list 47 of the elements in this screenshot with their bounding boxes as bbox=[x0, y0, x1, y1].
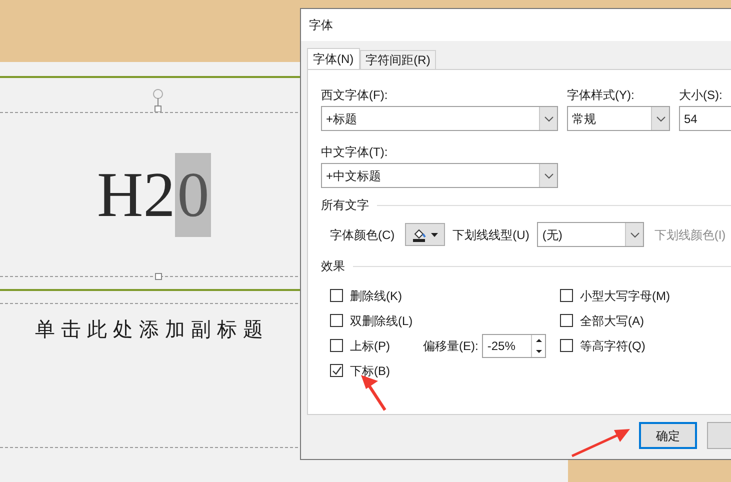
resize-handle[interactable] bbox=[155, 273, 162, 280]
checkbox-label: 下标(B) bbox=[350, 362, 390, 380]
checkbox-label: 删除线(K) bbox=[350, 288, 402, 304]
checkbox[interactable] bbox=[330, 364, 343, 377]
checkbox[interactable] bbox=[560, 289, 573, 302]
tab[interactable]: 字符间距(R) bbox=[360, 50, 436, 69]
field-label: 大小(S): bbox=[679, 87, 724, 104]
checkbox-label: 等高字符(Q) bbox=[580, 338, 646, 354]
field-label: 下划线线型(U) bbox=[452, 226, 530, 244]
latin-font-combo[interactable]: +标题 bbox=[321, 106, 558, 131]
dropdown-arrow-icon bbox=[430, 232, 438, 236]
field-label: 中文字体(T): bbox=[321, 144, 389, 161]
section-heading: 效果 bbox=[321, 258, 345, 275]
annotation-arrow bbox=[570, 426, 632, 458]
size-field[interactable]: 54 bbox=[679, 106, 731, 131]
chevron-down-icon bbox=[544, 116, 554, 122]
subtitle-text: 单击此处添加副标题 bbox=[35, 316, 269, 343]
offset-spinner[interactable]: -25% bbox=[482, 334, 546, 358]
field-label: 偏移量(E): bbox=[423, 338, 478, 354]
field-label: 下划线颜色(I) bbox=[654, 226, 726, 244]
title-text: H2 bbox=[97, 162, 176, 226]
checkbox-label: 双删除线(L) bbox=[350, 312, 413, 330]
field-label: 西文字体(F): bbox=[321, 87, 389, 104]
paint-bucket-icon bbox=[412, 228, 427, 242]
field-label: 字体样式(Y): bbox=[567, 87, 636, 104]
font-style-combo[interactable]: 常规 bbox=[567, 106, 670, 131]
checkbox-label: 全部大写(A) bbox=[580, 312, 644, 330]
chevron-down-icon bbox=[656, 116, 666, 122]
chevron-down-icon bbox=[544, 172, 554, 178]
rotate-handle-icon bbox=[152, 88, 164, 112]
checkbox-label: 小型大写字母(M) bbox=[580, 288, 670, 304]
field-label: 字体颜色(C) bbox=[330, 226, 395, 244]
font-color-button[interactable] bbox=[404, 223, 445, 246]
checkbox[interactable] bbox=[330, 289, 343, 302]
tab[interactable]: 字体(N) bbox=[307, 48, 360, 69]
underline-style-combo[interactable]: (无) bbox=[537, 222, 644, 247]
checkbox-label: 上标(P) bbox=[350, 338, 390, 354]
checkbox[interactable] bbox=[330, 314, 343, 327]
asian-font-combo[interactable]: +中文标题 bbox=[321, 163, 558, 188]
checkbox[interactable] bbox=[330, 339, 343, 352]
checkbox[interactable] bbox=[560, 314, 573, 327]
window-title: 字体 bbox=[309, 17, 333, 34]
title-text: 0 bbox=[175, 152, 212, 236]
chevron-down-icon bbox=[630, 232, 640, 238]
checkbox[interactable] bbox=[560, 339, 573, 352]
ok-button[interactable]: 确定 bbox=[639, 422, 697, 449]
section-heading: 所有文字 bbox=[321, 197, 369, 214]
